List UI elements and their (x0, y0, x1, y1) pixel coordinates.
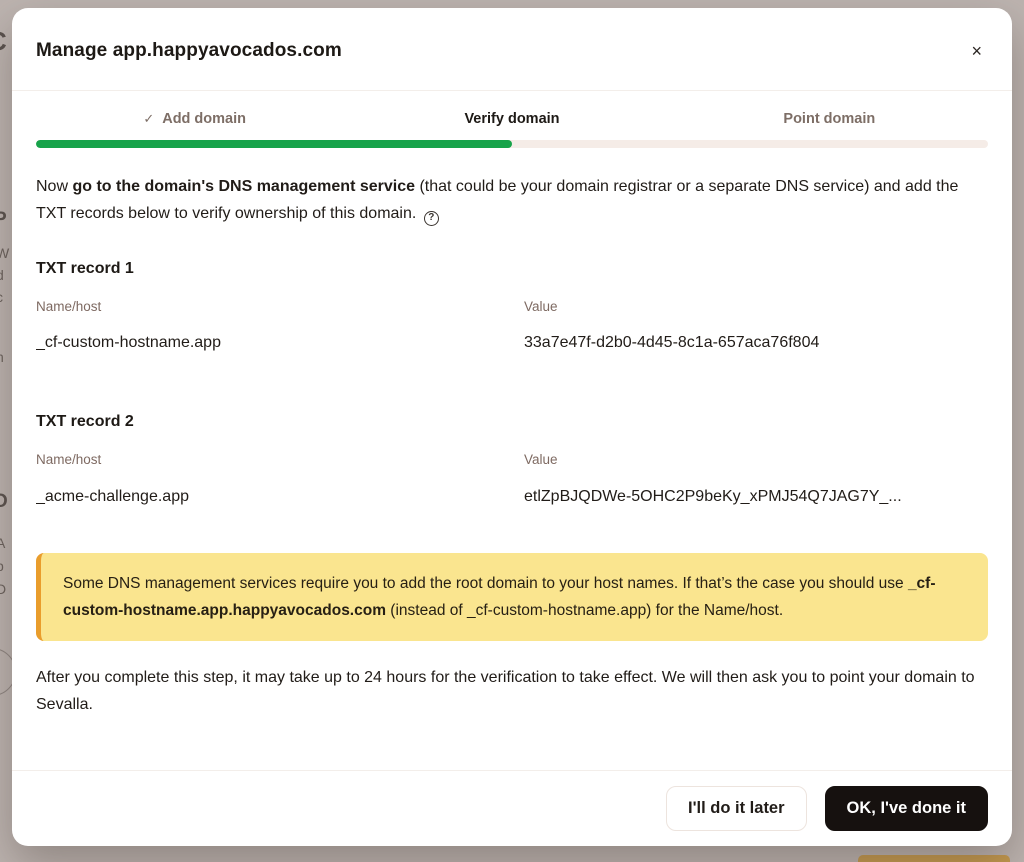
brand-name: Sevalla (36, 696, 88, 713)
value-label: Value (524, 296, 988, 319)
step-label: Add domain (162, 111, 246, 127)
modal-body: Now go to the domain's DNS management se… (12, 148, 1012, 770)
modal-title: Manage app.happyavocados.com (36, 40, 342, 62)
stepper: ✓ Add domain Verify domain Point domain (12, 91, 1012, 148)
background-text-fragment: D (0, 582, 6, 596)
note-period: . (88, 696, 92, 713)
step-add-domain: ✓ Add domain (36, 111, 353, 127)
modal-header: Manage app.happyavocados.com × (12, 8, 1012, 91)
step-label: Point domain (783, 111, 875, 127)
progress-bar-fill (36, 140, 512, 148)
background-text-fragment: c (0, 290, 3, 304)
close-icon[interactable]: × (965, 38, 988, 64)
step-point-domain: Point domain (671, 111, 988, 127)
modal-footer: I'll do it later OK, I've done it (12, 770, 1012, 846)
step-label: Verify domain (464, 111, 559, 127)
record-value-value: 33a7e47f-d2b0-4d45-8c1a-657aca76f804 (524, 330, 988, 357)
step-verify-domain: Verify domain (353, 111, 670, 127)
background-text-fragment: A (0, 536, 5, 550)
intro-bold: go to the domain's DNS management servic… (72, 178, 415, 195)
background-text-fragment: P (0, 210, 7, 229)
help-icon[interactable]: ? (424, 211, 439, 226)
record-value-value: etlZpBJQDWe-5OHC2P9beKy_xPMJ54Q7JAG7Y_..… (524, 484, 988, 511)
progress-bar-track (36, 140, 988, 148)
background-text-fragment: C (0, 28, 7, 54)
name-host-label: Name/host (36, 449, 524, 472)
warning-text-after: (instead of _cf-custom-hostname.app) for… (386, 602, 783, 619)
dns-root-domain-warning: Some DNS management services require you… (36, 553, 988, 641)
do-it-later-button[interactable]: I'll do it later (666, 786, 807, 831)
background-text-fragment: D (0, 492, 8, 511)
background-text-fragment: d (0, 268, 4, 282)
record-title: TXT record 2 (36, 409, 988, 436)
intro-text: Now go to the domain's DNS management se… (36, 174, 988, 228)
background-text-fragment: b (0, 559, 4, 573)
txt-record-1: TXT record 1 Name/host Value _cf-custom-… (36, 256, 988, 357)
background-text-fragment: W (0, 246, 9, 260)
record-title: TXT record 1 (36, 256, 988, 283)
txt-record-2: TXT record 2 Name/host Value _acme-chall… (36, 409, 988, 510)
background-button-fragment (858, 855, 1010, 862)
warning-text: Some DNS management services require you… (63, 575, 908, 592)
verification-time-note: After you complete this step, it may tak… (36, 665, 988, 719)
intro-prefix: Now (36, 178, 72, 195)
value-label: Value (524, 449, 988, 472)
record-name-value: _acme-challenge.app (36, 484, 524, 511)
record-name-value: _cf-custom-hostname.app (36, 330, 524, 357)
manage-domain-modal: Manage app.happyavocados.com × ✓ Add dom… (12, 8, 1012, 846)
ok-done-button[interactable]: OK, I've done it (825, 786, 988, 831)
name-host-label: Name/host (36, 296, 524, 319)
check-icon: ✓ (143, 111, 154, 127)
note-text: After you complete this step, it may tak… (36, 669, 975, 686)
background-text-fragment: h (0, 350, 4, 364)
